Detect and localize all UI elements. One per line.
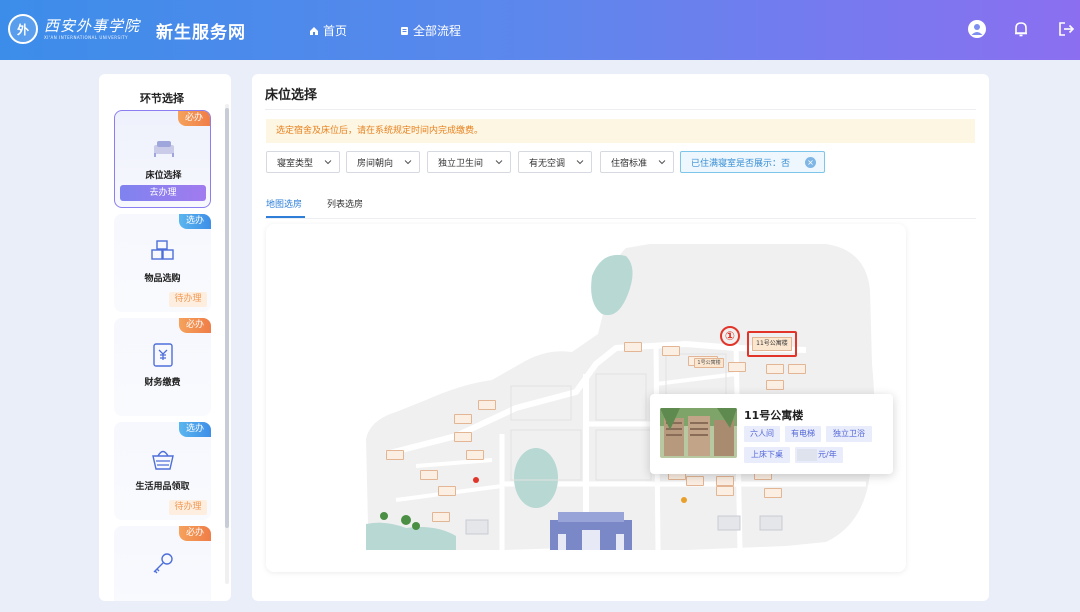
nav-home-label: 首页 — [323, 24, 348, 38]
filter-show-full-rooms[interactable]: 已住满寝室是否展示：否 × — [680, 151, 825, 173]
building-info-popup: 11号公寓楼 六人间 有电梯 独立卫浴 上床下桌 元/年 — [650, 394, 893, 474]
campus-map[interactable]: 1号公寓楼 11号公寓楼 六人间 有电梯 独立卫浴 上床下桌 元/年 ① 11号… — [266, 224, 906, 572]
school-logo[interactable]: 外 西安外事学院 XI'AN INTERNATIONAL UNIVERSITY — [8, 14, 140, 44]
highlighted-building-box[interactable]: 11号公寓楼 — [747, 331, 797, 357]
pending-status-tag: 待办理 — [169, 292, 207, 307]
required-badge: 必办 — [179, 318, 211, 333]
map-building[interactable] — [454, 414, 472, 424]
popup-building-name: 11号公寓楼 — [744, 409, 804, 422]
logout-icon[interactable] — [1055, 18, 1077, 40]
chevron-down-icon — [658, 160, 666, 165]
map-building[interactable] — [662, 346, 680, 356]
filter-label: 独立卫生间 — [438, 158, 484, 169]
filter-label: 已住满寝室是否展示：否 — [691, 158, 791, 169]
step-sidebar: 环节选择 必办 床位选择 去办理 选办 物品选购 待办理 必办 财务缴费 选办 … — [99, 74, 231, 601]
main-panel: 床位选择 选定宿舍及床位后，请在系统规定时间内完成缴费。 寝室类型 房间朝向 独… — [252, 74, 989, 601]
map-building[interactable] — [420, 470, 438, 480]
step-label: 床位选择 — [145, 171, 182, 181]
step-key-collection[interactable]: 必办 — [114, 526, 211, 601]
step-label: 物品选购 — [144, 274, 181, 284]
filter-room-type[interactable]: 寝室类型 — [266, 151, 340, 173]
sidebar-scroll-thumb[interactable] — [225, 108, 229, 528]
step-bed-selection[interactable]: 必办 床位选择 去办理 — [114, 110, 211, 208]
map-building[interactable] — [788, 364, 806, 374]
user-avatar-icon[interactable] — [966, 18, 988, 40]
logo-chinese-name: 西安外事学院 — [44, 16, 141, 35]
map-building[interactable] — [624, 342, 642, 352]
optional-badge: 选办 — [179, 214, 211, 229]
chevron-down-icon — [404, 160, 412, 165]
clear-icon[interactable]: × — [805, 157, 816, 168]
basket-icon — [152, 450, 174, 470]
nav-all-process[interactable]: 全部流程 — [400, 22, 461, 39]
step-label: 财务缴费 — [144, 378, 181, 388]
feature-tag: 独立卫浴 — [826, 426, 872, 442]
filter-air-conditioning[interactable]: 有无空调 — [518, 151, 592, 173]
map-building[interactable] — [764, 488, 782, 498]
filter-label: 有无空调 — [529, 158, 566, 169]
map-building[interactable] — [438, 486, 456, 496]
step-finance-payment[interactable]: 必办 财务缴费 — [114, 318, 211, 416]
go-handle-button[interactable]: 去办理 — [120, 185, 206, 201]
map-building[interactable] — [716, 476, 734, 486]
required-badge: 必办 — [179, 526, 211, 541]
filter-orientation[interactable]: 房间朝向 — [346, 151, 420, 173]
price-value-obscured — [797, 449, 817, 461]
site-title: 新生服务网 — [156, 23, 246, 43]
chevron-down-icon — [576, 160, 584, 165]
building-photo — [660, 408, 737, 458]
school-seal-icon: 外 — [8, 14, 38, 44]
required-badge: 必办 — [178, 111, 210, 126]
feature-tag: 六人间 — [744, 426, 780, 442]
chevron-down-icon — [324, 160, 332, 165]
payment-notice: 选定宿舍及床位后，请在系统规定时间内完成缴费。 — [266, 119, 975, 143]
map-building[interactable] — [766, 380, 784, 390]
filter-private-bathroom[interactable]: 独立卫生间 — [427, 151, 511, 173]
filter-label: 住宿标准 — [611, 158, 648, 169]
highlighted-building-label[interactable]: 11号公寓楼 — [752, 337, 792, 351]
feature-tag: 上床下桌 — [744, 447, 790, 463]
tab-list-selection[interactable]: 列表选房 — [327, 197, 363, 210]
pending-status-tag: 待办理 — [169, 500, 207, 515]
map-building[interactable] — [766, 364, 784, 374]
map-building-label-1[interactable]: 1号公寓楼 — [694, 358, 724, 368]
nav-all-process-label: 全部流程 — [413, 24, 462, 38]
boxes-icon — [151, 240, 174, 260]
map-building[interactable] — [478, 400, 496, 410]
page-title: 床位选择 — [265, 88, 318, 103]
step-item-purchase[interactable]: 选办 物品选购 待办理 — [114, 214, 211, 312]
tab-divider — [265, 218, 976, 219]
chevron-down-icon — [495, 160, 503, 165]
feature-tag: 有电梯 — [785, 426, 821, 442]
map-building[interactable] — [454, 432, 472, 442]
step-marker-number: ① — [720, 326, 740, 346]
nav-home[interactable]: 首页 — [309, 22, 347, 39]
price-unit: 元/年 — [818, 450, 837, 459]
map-building[interactable] — [466, 450, 484, 460]
filter-label: 房间朝向 — [357, 158, 394, 169]
tab-map-selection[interactable]: 地图选房 — [266, 197, 302, 210]
map-building[interactable] — [386, 450, 404, 460]
step-label: 生活用品领取 — [135, 482, 190, 492]
map-building[interactable] — [686, 476, 704, 486]
key-icon — [153, 553, 173, 574]
bell-icon[interactable] — [1010, 18, 1032, 40]
file-icon — [401, 26, 408, 35]
sidebar-title: 环节选择 — [140, 92, 184, 105]
filter-label: 寝室类型 — [277, 158, 314, 169]
step-daily-supplies[interactable]: 选办 生活用品领取 待办理 — [114, 422, 211, 520]
home-icon — [310, 26, 318, 35]
bed-icon — [154, 141, 174, 157]
map-building[interactable] — [432, 512, 450, 522]
map-building[interactable] — [728, 362, 746, 372]
title-divider — [265, 109, 976, 110]
filter-accommodation-standard[interactable]: 住宿标准 — [600, 151, 674, 173]
logo-english-name: XI'AN INTERNATIONAL UNIVERSITY — [44, 34, 129, 40]
top-navbar: 外 西安外事学院 XI'AN INTERNATIONAL UNIVERSITY … — [0, 0, 1080, 60]
optional-badge: 选办 — [179, 422, 211, 437]
map-building[interactable] — [716, 486, 734, 496]
payment-icon — [153, 343, 173, 367]
